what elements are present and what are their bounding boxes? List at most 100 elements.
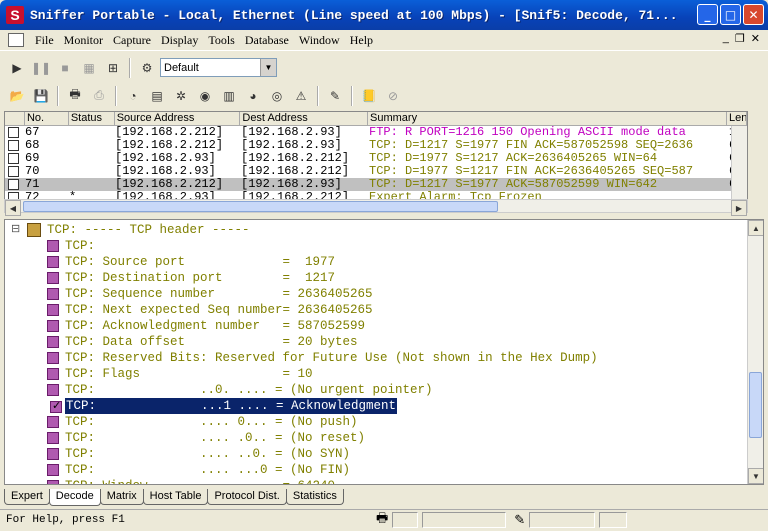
menu-capture[interactable]: Capture bbox=[108, 33, 156, 48]
row-checkbox[interactable] bbox=[8, 166, 19, 177]
history-samples-icon[interactable]: ▥ bbox=[218, 85, 240, 107]
define-filter-icon[interactable]: ⚙ bbox=[136, 57, 158, 79]
minimize-button[interactable]: _ bbox=[697, 4, 718, 25]
cell-summary: FTP: R PORT=1216 150 Opening ASCII mode … bbox=[369, 126, 686, 139]
menu-bar: File Monitor Capture Display Tools Database Wi… bbox=[0, 30, 768, 51]
view-tabs: Expert Decode Matrix Host Table Protocol Dis… bbox=[4, 489, 344, 507]
save-icon[interactable]: 💾 bbox=[30, 85, 52, 107]
decode-text: TCP: ----- TCP header ----- bbox=[47, 223, 250, 237]
decode-text: TCP: .... ..0. = (No SYN) bbox=[65, 447, 351, 461]
field-icon bbox=[47, 304, 59, 316]
cancel-icon[interactable]: ⊘ bbox=[382, 85, 404, 107]
row-checkbox[interactable] bbox=[8, 140, 19, 151]
window-title: Sniffer Portable - Local, Ethernet (Line… bbox=[30, 7, 678, 23]
status-pane bbox=[422, 512, 507, 528]
start-capture-icon[interactable]: ▶ bbox=[6, 57, 28, 79]
tab-expert[interactable]: Expert bbox=[4, 489, 50, 505]
matrix-icon[interactable]: ✲ bbox=[170, 85, 192, 107]
alarm-log-icon[interactable]: ⚠ bbox=[290, 85, 312, 107]
mdi-close-icon[interactable]: ✕ bbox=[751, 32, 760, 45]
print-preview-icon[interactable]: ⎙ bbox=[88, 85, 110, 107]
column-header-dest-address[interactable]: Dest Address bbox=[240, 112, 369, 125]
packet-list-vscroll[interactable] bbox=[731, 126, 747, 200]
global-statistics-icon[interactable]: ◎ bbox=[266, 85, 288, 107]
menu-help[interactable]: Help bbox=[345, 33, 378, 48]
cell-dst: [192.168.2.93] bbox=[241, 139, 342, 152]
decode-text: TCP: ..0. .... = (No urgent pointer) bbox=[65, 383, 433, 397]
cell-dst: [192.168.2.93] bbox=[241, 178, 342, 191]
packet-row[interactable]: 68 [192.168.2.212] [192.168.2.93] TCP: D=12… bbox=[5, 139, 747, 152]
menu-window[interactable]: Window bbox=[294, 33, 345, 48]
print-icon[interactable]: 🖶 bbox=[64, 85, 86, 107]
profile-select[interactable]: Default ▼ bbox=[160, 58, 277, 77]
menu-display[interactable]: Display bbox=[156, 33, 203, 48]
field-icon bbox=[47, 432, 59, 444]
menu-tools[interactable]: Tools bbox=[203, 33, 240, 48]
status-text: For Help, press F1 bbox=[6, 514, 125, 526]
pause-capture-icon[interactable]: ❚❚ bbox=[30, 57, 52, 79]
protocol-distribution-icon[interactable]: ◕ bbox=[242, 85, 264, 107]
collapse-icon[interactable]: ⊟ bbox=[11, 222, 20, 238]
status-pane bbox=[529, 512, 596, 528]
cell-status bbox=[67, 165, 113, 178]
stop-display-icon[interactable]: ▦ bbox=[78, 57, 100, 79]
maximize-button[interactable]: □ bbox=[720, 4, 741, 25]
cell-status bbox=[67, 126, 113, 139]
printer-icon: 🖶 bbox=[376, 510, 389, 525]
mdi-minimize-icon[interactable]: _ bbox=[723, 32, 729, 45]
status-pane bbox=[392, 512, 419, 528]
menu-monitor[interactable]: Monitor bbox=[59, 33, 108, 48]
mark-icon[interactable]: ✎ bbox=[324, 85, 346, 107]
chevron-down-icon[interactable]: ▼ bbox=[260, 59, 276, 76]
scroll-left-icon[interactable]: ◀ bbox=[5, 200, 21, 216]
tab-matrix[interactable]: Matrix bbox=[99, 489, 144, 505]
packet-list: No. Status Source Address Dest Address Summa… bbox=[4, 111, 748, 201]
stop-capture-icon[interactable]: ■ bbox=[54, 57, 76, 79]
scroll-right-icon[interactable]: ▶ bbox=[731, 200, 747, 216]
packet-row[interactable]: 71 [192.168.2.212] [192.168.2.93] TCP: D=12… bbox=[5, 178, 747, 191]
host-table-icon[interactable]: ▤ bbox=[146, 85, 168, 107]
column-header-no[interactable]: No. bbox=[25, 112, 69, 125]
application-response-icon[interactable]: ◉ bbox=[194, 85, 216, 107]
tab-statistics[interactable]: Statistics bbox=[285, 489, 344, 505]
document-icon[interactable] bbox=[8, 33, 24, 47]
cell-src: [192.168.2.93] bbox=[115, 152, 216, 165]
packet-row[interactable]: 70 [192.168.2.93] [192.168.2.212] TCP: D=19… bbox=[5, 165, 747, 178]
menu-file[interactable]: File bbox=[30, 33, 59, 48]
close-button[interactable]: ✕ bbox=[743, 4, 764, 25]
open-icon[interactable]: 📂 bbox=[6, 85, 28, 107]
column-header-len[interactable]: Len bbox=[727, 112, 747, 125]
address-book-icon[interactable]: 📒 bbox=[358, 85, 380, 107]
column-header-source-address[interactable]: Source Address bbox=[115, 112, 241, 125]
detail-vscroll[interactable]: ▲ ▼ bbox=[747, 220, 763, 484]
scroll-down-icon[interactable]: ▼ bbox=[748, 468, 763, 484]
decode-text: TCP: bbox=[65, 239, 96, 253]
scroll-up-icon[interactable]: ▲ bbox=[748, 220, 763, 236]
vscroll-thumb[interactable] bbox=[749, 372, 762, 438]
decode-text: TCP: Data offset = 20 bytes bbox=[65, 335, 358, 349]
field-icon bbox=[47, 464, 59, 476]
title-bar: S Sniffer Portable - Local, Ethernet (Li… bbox=[0, 0, 768, 30]
cell-src: [192.168.2.212] bbox=[115, 178, 224, 191]
tab-protocol-dist[interactable]: Protocol Dist. bbox=[207, 489, 287, 505]
row-checkbox[interactable] bbox=[8, 127, 19, 138]
column-header-summary[interactable]: Summary bbox=[368, 112, 728, 125]
packet-list-hscroll[interactable]: ◀ ▶ bbox=[4, 199, 748, 216]
packet-row[interactable]: 69 [192.168.2.93] [192.168.2.212] TCP: D=19… bbox=[5, 152, 747, 165]
display-capture-icon[interactable]: ⊞ bbox=[102, 57, 124, 79]
decode-text: TCP: Reserved Bits: Reserved for Future … bbox=[65, 351, 598, 365]
cell-no: 71 bbox=[25, 178, 40, 191]
mdi-controls: _ ❐ ✕ bbox=[723, 32, 760, 45]
row-checkbox[interactable] bbox=[8, 153, 19, 164]
row-checkbox[interactable] bbox=[8, 179, 19, 190]
cell-no: 69 bbox=[25, 152, 40, 165]
column-header-status[interactable]: Status bbox=[69, 112, 115, 125]
hscroll-thumb[interactable] bbox=[23, 201, 498, 212]
mdi-restore-icon[interactable]: ❐ bbox=[735, 32, 745, 45]
menu-database[interactable]: Database bbox=[240, 33, 294, 48]
dashboard-icon[interactable]: ◔ bbox=[122, 85, 144, 107]
tab-host-table[interactable]: Host Table bbox=[142, 489, 209, 505]
tab-decode[interactable]: Decode bbox=[48, 489, 101, 506]
packet-row[interactable]: 67 [192.168.2.212] [192.168.2.93] FTP: R PO… bbox=[5, 126, 747, 139]
packet-list-header: No. Status Source Address Dest Address Summa… bbox=[5, 112, 747, 126]
